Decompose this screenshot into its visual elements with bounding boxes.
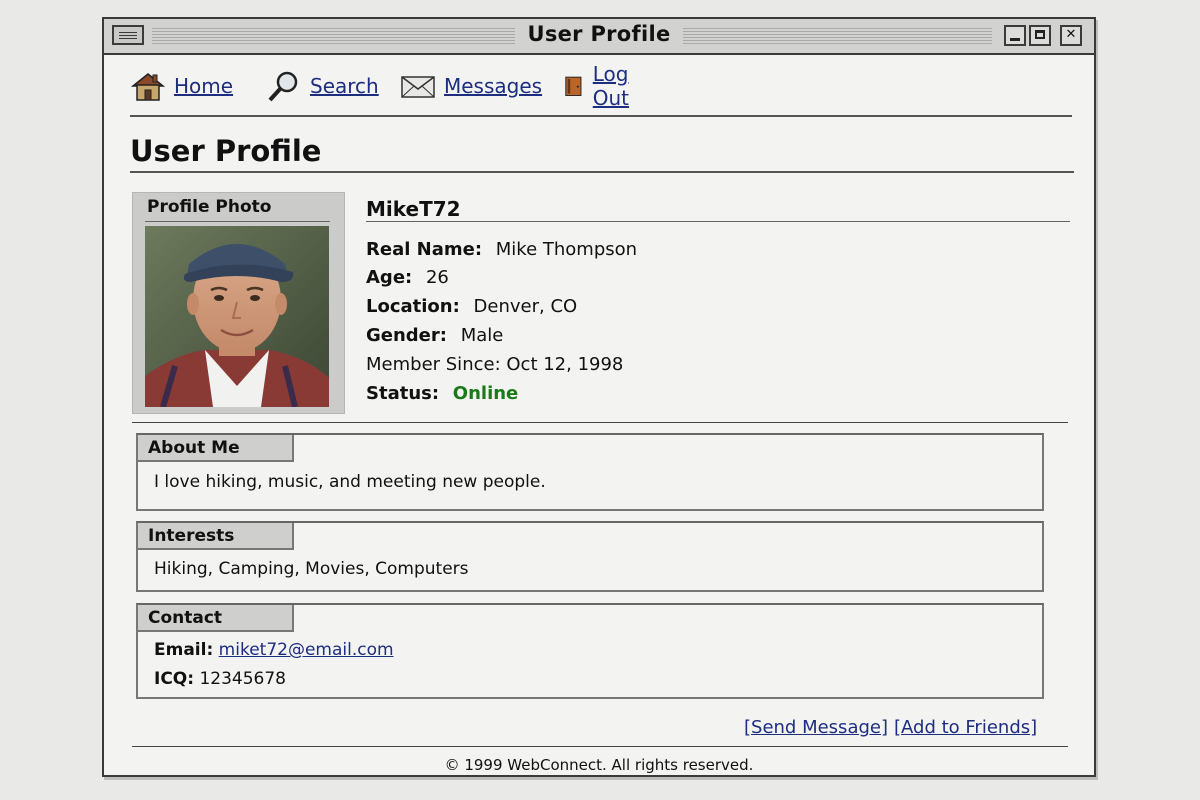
nav-logout-link[interactable]: Log Out <box>593 62 643 110</box>
about-text: I love hiking, music, and meeting new pe… <box>154 472 546 492</box>
interests-section: Interests Hiking, Camping, Movies, Compu… <box>136 521 1044 592</box>
maximize-button[interactable] <box>1029 25 1051 46</box>
gender-value: Male <box>460 325 504 346</box>
age-label: Age: <box>366 267 413 288</box>
minimize-button[interactable] <box>1004 25 1026 46</box>
gender-label: Gender: <box>366 325 447 346</box>
location-label: Location: <box>366 296 460 317</box>
envelope-icon <box>401 76 435 98</box>
page-title: User Profile <box>130 134 322 168</box>
contact-section: Contact Email: miket72@email.com ICQ: 12… <box>136 603 1044 699</box>
footer-divider <box>132 746 1068 747</box>
username: MikeT72 <box>366 197 461 221</box>
house-icon <box>130 73 166 101</box>
location-row: Location: Denver, CO <box>366 296 577 317</box>
member-since-label: Member Since: <box>366 354 501 375</box>
title-bar[interactable]: User Profile ✕ <box>104 19 1094 55</box>
email-link[interactable]: miket72@email.com <box>219 640 394 660</box>
icq-value: 12345678 <box>199 669 286 689</box>
nav-home-link[interactable]: Home <box>174 74 233 98</box>
title-divider <box>130 171 1074 173</box>
nav-home[interactable]: Home <box>130 69 233 103</box>
icq-row: ICQ: 12345678 <box>154 669 286 689</box>
age-value: 26 <box>425 267 449 288</box>
close-button[interactable]: ✕ <box>1060 25 1082 46</box>
interests-text: Hiking, Camping, Movies, Computers <box>154 559 469 579</box>
nav-messages[interactable]: Messages <box>400 69 542 103</box>
username-divider <box>366 221 1070 222</box>
nav-messages-link[interactable]: Messages <box>444 74 542 98</box>
real-name-row: Real Name: Mike Thompson <box>366 239 637 260</box>
gender-row: Gender: Male <box>366 325 503 346</box>
window-title: User Profile <box>104 22 1094 46</box>
member-since-value: Oct 12, 1998 <box>506 354 624 375</box>
email-row: Email: miket72@email.com <box>154 640 394 660</box>
icq-label: ICQ: <box>154 669 195 689</box>
age-row: Age: 26 <box>366 267 449 288</box>
profile-divider <box>132 422 1068 423</box>
add-to-friends-link[interactable]: [Add to Friends] <box>894 717 1037 738</box>
real-name-value: Mike Thompson <box>495 239 638 260</box>
real-name-label: Real Name: <box>366 239 483 260</box>
member-since-row: Member Since: Oct 12, 1998 <box>366 354 623 375</box>
magnifier-icon <box>268 71 298 102</box>
location-value: Denver, CO <box>473 296 578 317</box>
contact-heading: Contact <box>138 605 294 632</box>
status-label: Status: <box>366 383 440 404</box>
about-heading: About Me <box>138 435 294 462</box>
profile-photo-panel: Profile Photo <box>132 192 345 414</box>
email-label: Email: <box>154 640 214 660</box>
about-section: About Me I love hiking, music, and meeti… <box>136 433 1044 511</box>
send-message-link[interactable]: [Send Message] <box>744 717 888 738</box>
nav-divider <box>130 115 1072 117</box>
nav-search-link[interactable]: Search <box>310 74 379 98</box>
profile-photo <box>145 226 329 407</box>
profile-photo-label: Profile Photo <box>147 197 272 217</box>
status-row: Status: Online <box>366 383 518 404</box>
profile-window: User Profile ✕ Home Search Messages Log … <box>102 17 1096 777</box>
interests-heading: Interests <box>138 523 294 550</box>
status-badge: Online <box>452 383 519 404</box>
footer-text: © 1999 WebConnect. All rights reserved. <box>444 756 754 774</box>
nav-logout[interactable]: Log Out <box>562 62 642 110</box>
door-icon <box>565 76 582 96</box>
nav-search[interactable]: Search <box>266 69 379 103</box>
